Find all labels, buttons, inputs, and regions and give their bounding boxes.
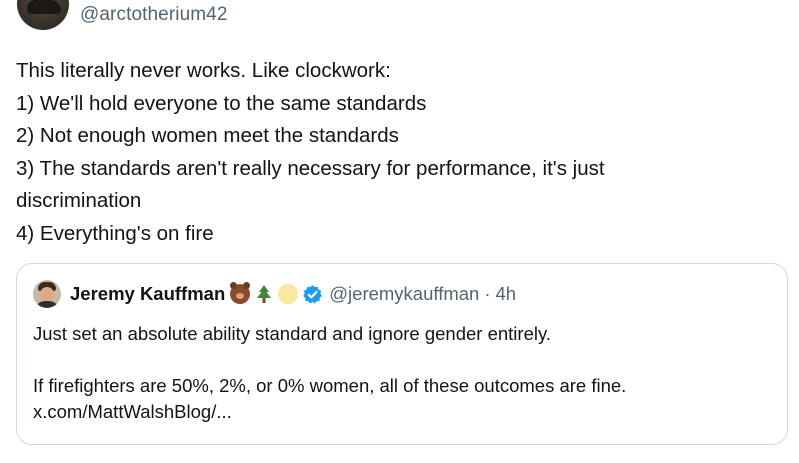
quoted-timestamp[interactable]: 4h	[496, 283, 517, 305]
verified-badge-icon	[302, 284, 323, 305]
meta-separator: ·	[484, 283, 491, 304]
quoted-tweet-card[interactable]: Jeremy Kauffman @jeremykauffman · 4h Jus…	[16, 263, 788, 445]
bear-emoji-icon	[230, 282, 251, 304]
tweet-line: 4) Everything's on fire	[16, 221, 214, 245]
quoted-tweet-header: Jeremy Kauffman @jeremykauffman · 4h	[33, 280, 516, 308]
quoted-line: Just set an absolute ability standard an…	[33, 323, 551, 344]
author-handle[interactable]: @arctotherium42	[80, 4, 228, 26]
quoted-author-handle[interactable]: @jeremykauffman	[329, 283, 479, 305]
quoted-link[interactable]: x.com/MattWalshBlog/...	[33, 399, 773, 425]
evergreen-tree-emoji-icon	[254, 284, 274, 304]
sun-emoji-icon	[278, 284, 299, 304]
tweet-view: @arctotherium42 This literally never wor…	[0, 0, 799, 463]
tweet-line: discrimination	[16, 189, 142, 212]
tweet-line: 3) The standards aren't really necessary…	[16, 156, 605, 180]
tweet-text: This literally never works. Like clockwo…	[16, 55, 776, 250]
quoted-tweet-text: Just set an absolute ability standard an…	[33, 321, 773, 425]
author-avatar[interactable]	[17, 0, 69, 30]
tweet-line: 1) We'll hold everyone to the same stand…	[16, 91, 427, 115]
quoted-author-avatar[interactable]	[33, 280, 61, 308]
tweet-line: This literally never works. Like clockwo…	[16, 59, 391, 82]
quoted-author-name[interactable]: Jeremy Kauffman	[70, 283, 225, 305]
quoted-line: If firefighters are 50%, 2%, or 0% women…	[33, 375, 627, 396]
tweet-line: 2) Not enough women meet the standards	[16, 124, 399, 147]
